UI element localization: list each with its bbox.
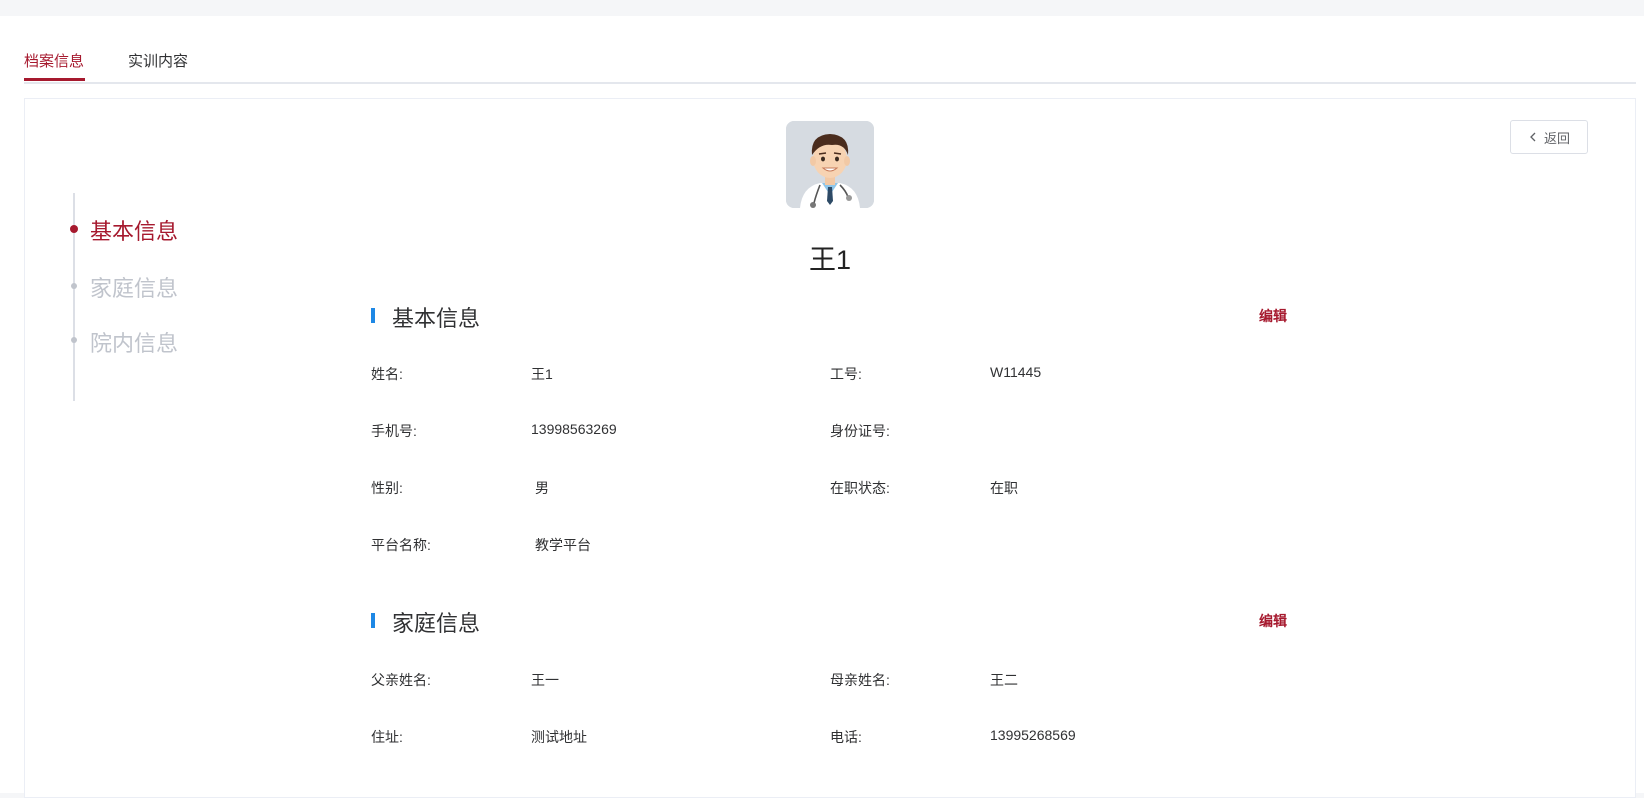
value-address: 测试地址 <box>531 729 587 745</box>
section-title-family-info: 家庭信息 <box>392 611 481 636</box>
tab-archive-info[interactable]: 档案信息 <box>24 50 84 71</box>
edit-family-info-link[interactable]: 编辑 <box>1259 611 1287 631</box>
anchor-dot-hospital <box>71 337 77 343</box>
tab-training-content[interactable]: 实训内容 <box>128 50 188 71</box>
section-title-basic-info: 基本信息 <box>392 306 481 331</box>
active-tab-indicator <box>24 78 85 81</box>
label-father-name: 父亲姓名: <box>371 672 431 688</box>
anchor-item-basic-info[interactable]: 基本信息 <box>90 214 178 246</box>
value-phone: 13998563269 <box>531 421 617 437</box>
back-button-label: 返回 <box>1543 130 1570 146</box>
section-marker-basic <box>371 308 375 323</box>
value-name: 王1 <box>531 366 553 382</box>
avatar <box>786 121 874 208</box>
value-gender: 男 <box>535 480 549 496</box>
label-platform-name: 平台名称: <box>371 537 431 553</box>
value-employment-status: 在职 <box>990 480 1018 496</box>
label-phone: 手机号: <box>371 423 417 439</box>
chevron-left-icon <box>1528 130 1538 145</box>
label-job-number: 工号: <box>830 366 862 382</box>
label-gender: 性别: <box>371 480 403 496</box>
value-telephone: 13995268569 <box>990 727 1076 743</box>
anchor-item-hospital-info[interactable]: 院内信息 <box>90 326 178 358</box>
edit-basic-info-link[interactable]: 编辑 <box>1259 306 1287 326</box>
back-button[interactable]: 返回 <box>1510 120 1588 154</box>
tab-bar: 档案信息 实训内容 <box>24 16 1636 84</box>
label-name: 姓名: <box>371 366 403 382</box>
value-platform-name: 教学平台 <box>535 537 591 553</box>
value-job-number: W11445 <box>990 364 1042 380</box>
value-mother-name: 王二 <box>990 672 1018 688</box>
label-telephone: 电话: <box>830 729 862 745</box>
value-father-name: 王一 <box>531 672 559 688</box>
label-employment-status: 在职状态: <box>830 480 890 496</box>
anchor-item-family-info[interactable]: 家庭信息 <box>90 271 178 303</box>
section-marker-family <box>371 613 375 628</box>
label-id-number: 身份证号: <box>830 423 890 439</box>
label-address: 住址: <box>371 729 403 745</box>
label-mother-name: 母亲姓名: <box>830 672 890 688</box>
doctor-avatar-icon <box>786 121 874 208</box>
anchor-dot-family <box>71 283 77 289</box>
profile-name: 王1 <box>808 245 852 275</box>
anchor-dot-basic <box>70 225 78 233</box>
